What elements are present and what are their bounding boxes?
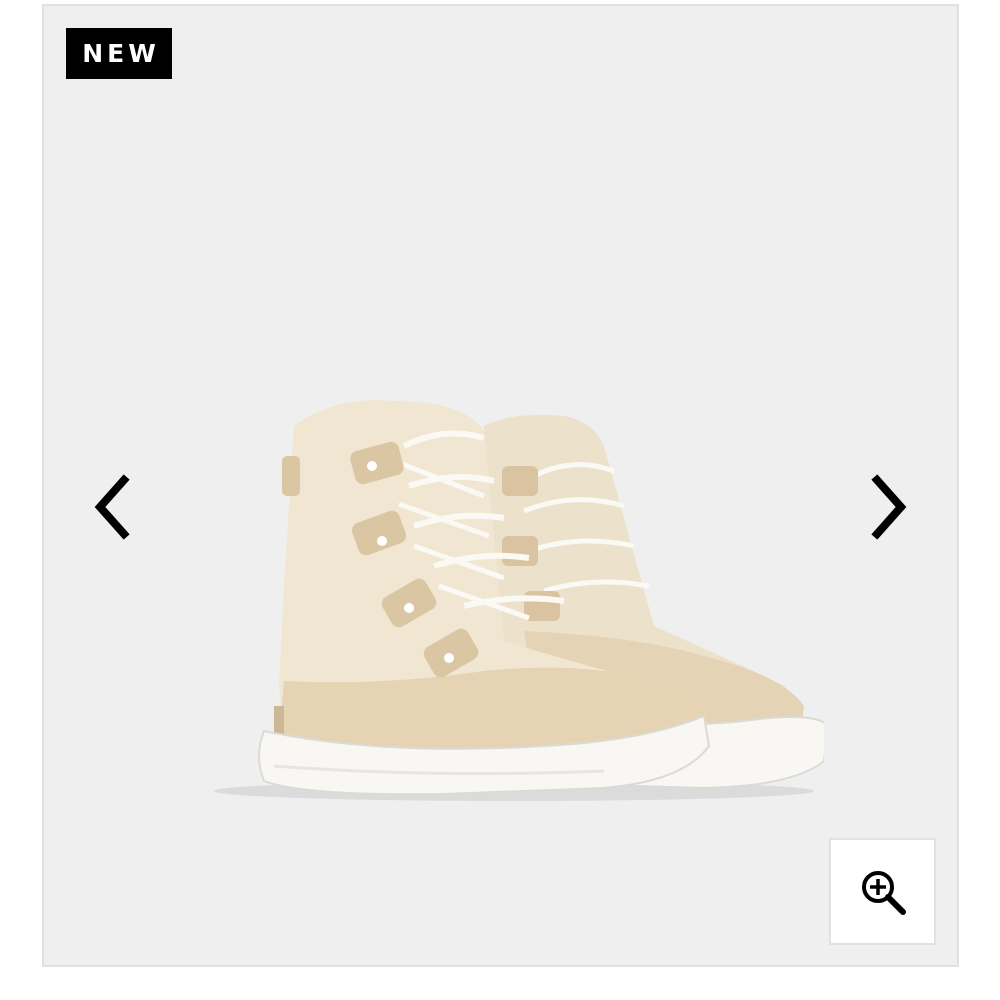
- previous-image-button[interactable]: [82, 467, 142, 547]
- next-image-button[interactable]: [859, 467, 919, 547]
- chevron-left-icon: [94, 474, 130, 540]
- new-badge-label: NEW: [82, 39, 160, 68]
- product-photo-boots: [214, 400, 824, 801]
- product-image-gallery: NEW: [42, 4, 959, 967]
- zoom-in-icon: [861, 870, 906, 915]
- new-badge: NEW: [66, 28, 172, 79]
- zoom-button[interactable]: [829, 838, 936, 945]
- chevron-right-icon: [871, 474, 907, 540]
